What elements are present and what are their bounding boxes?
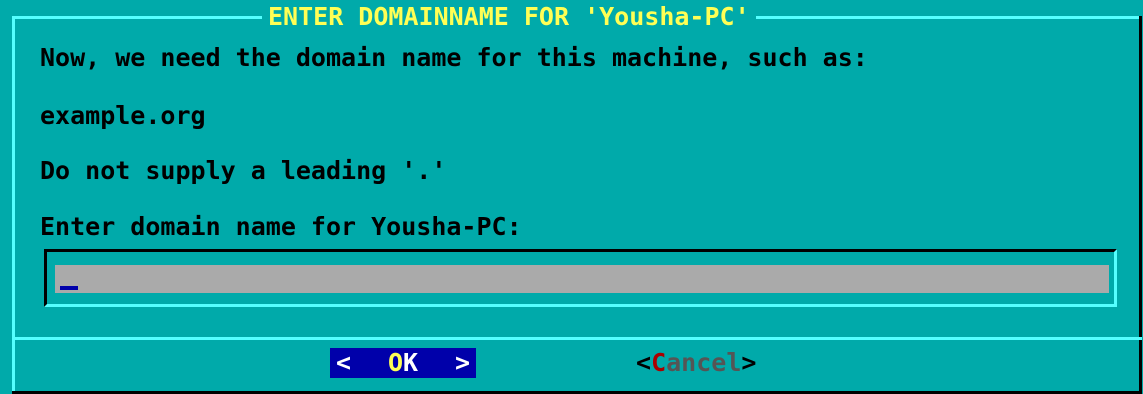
cancel-bracket-right: > bbox=[741, 348, 757, 377]
text-cursor bbox=[60, 286, 78, 290]
domainname-dialog: ENTER DOMAINNAME FOR 'Yousha-PC' Now, we… bbox=[0, 0, 1143, 394]
ok-label: OK bbox=[388, 348, 418, 378]
ok-button[interactable]: < OK > bbox=[330, 348, 476, 378]
cancel-button[interactable]: <Cancel> bbox=[636, 348, 756, 378]
cancel-label-rest: ancel bbox=[666, 348, 742, 377]
ok-hotkey: O bbox=[387, 348, 403, 377]
dialog-title: ENTER DOMAINNAME FOR 'Yousha-PC' bbox=[262, 2, 756, 32]
cancel-hotkey: C bbox=[651, 348, 667, 377]
prompt-line-intro: Now, we need the domain name for this ma… bbox=[40, 43, 868, 72]
ok-bracket-left: < bbox=[336, 348, 352, 377]
ok-label-rest: K bbox=[403, 348, 419, 377]
cancel-bracket-left: < bbox=[636, 348, 652, 377]
prompt-line-example: example.org bbox=[40, 101, 206, 130]
domain-name-input[interactable] bbox=[55, 265, 1109, 293]
input-label: Enter domain name for Yousha-PC: bbox=[40, 212, 522, 241]
ok-bracket-right: > bbox=[454, 348, 470, 377]
prompt-line-hint: Do not supply a leading '.' bbox=[40, 156, 447, 185]
button-separator bbox=[12, 337, 1142, 340]
